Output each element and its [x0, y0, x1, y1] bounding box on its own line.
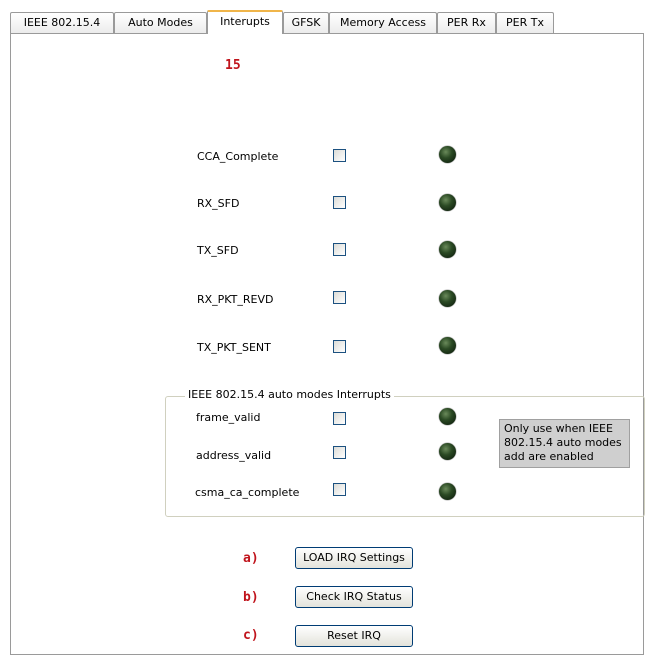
annotation-15: 15 [225, 58, 241, 73]
check-irq-status-button[interactable]: Check IRQ Status [295, 586, 413, 608]
tx-pkt-sent-led-icon [439, 337, 456, 354]
tx-sfd-label: TX_SFD [197, 244, 239, 257]
auto-modes-note: Only use when IEEE 802.15.4 auto modes a… [499, 419, 630, 468]
load-irq-settings-button[interactable]: LOAD IRQ Settings [295, 547, 413, 569]
annotation-c: c) [243, 628, 259, 643]
tab-auto-modes[interactable]: Auto Modes [114, 12, 207, 33]
address-valid-led-icon [439, 443, 456, 460]
csma-ca-complete-checkbox[interactable] [333, 483, 346, 496]
annotation-a: a) [243, 551, 259, 566]
tab-per-rx[interactable]: PER Rx [437, 12, 496, 33]
annotation-b: b) [243, 590, 259, 605]
rx-sfd-label: RX_SFD [197, 197, 240, 210]
rx-sfd-checkbox[interactable] [333, 196, 346, 209]
tx-sfd-led-icon [439, 241, 456, 258]
note-line: Only use when IEEE [504, 422, 613, 435]
rx-sfd-led-icon [439, 194, 456, 211]
rx-pkt-revd-checkbox[interactable] [333, 291, 346, 304]
rx-pkt-revd-led-icon [439, 290, 456, 307]
tx-pkt-sent-checkbox[interactable] [333, 340, 346, 353]
note-line: 802.15.4 auto modes [504, 436, 622, 449]
tab-gfsk[interactable]: GFSK [283, 12, 329, 33]
csma-ca-complete-led-icon [439, 483, 456, 500]
reset-irq-button[interactable]: Reset IRQ [295, 625, 413, 647]
frame-valid-label: frame_valid [196, 411, 261, 424]
tab-ieee-802-15-4[interactable]: IEEE 802.15.4 [10, 12, 114, 33]
tx-sfd-checkbox[interactable] [333, 243, 346, 256]
cca-complete-checkbox[interactable] [333, 149, 346, 162]
note-line: add are enabled [504, 450, 594, 463]
tab-memory-access[interactable]: Memory Access [329, 12, 437, 33]
csma-ca-complete-label: csma_ca_complete [195, 486, 300, 499]
cca-complete-label: CCA_Complete [197, 150, 279, 163]
tab-interupts[interactable]: Interupts [207, 10, 283, 34]
cca-complete-led-icon [439, 146, 456, 163]
tab-per-tx[interactable]: PER Tx [496, 12, 554, 33]
address-valid-checkbox[interactable] [333, 446, 346, 459]
rx-pkt-revd-label: RX_PKT_REVD [197, 293, 274, 306]
tx-pkt-sent-label: TX_PKT_SENT [197, 341, 271, 354]
frame-valid-led-icon [439, 408, 456, 425]
auto-modes-group-title: IEEE 802.15.4 auto modes Interrupts [185, 388, 394, 401]
frame-valid-checkbox[interactable] [333, 412, 346, 425]
address-valid-label: address_valid [196, 449, 272, 462]
